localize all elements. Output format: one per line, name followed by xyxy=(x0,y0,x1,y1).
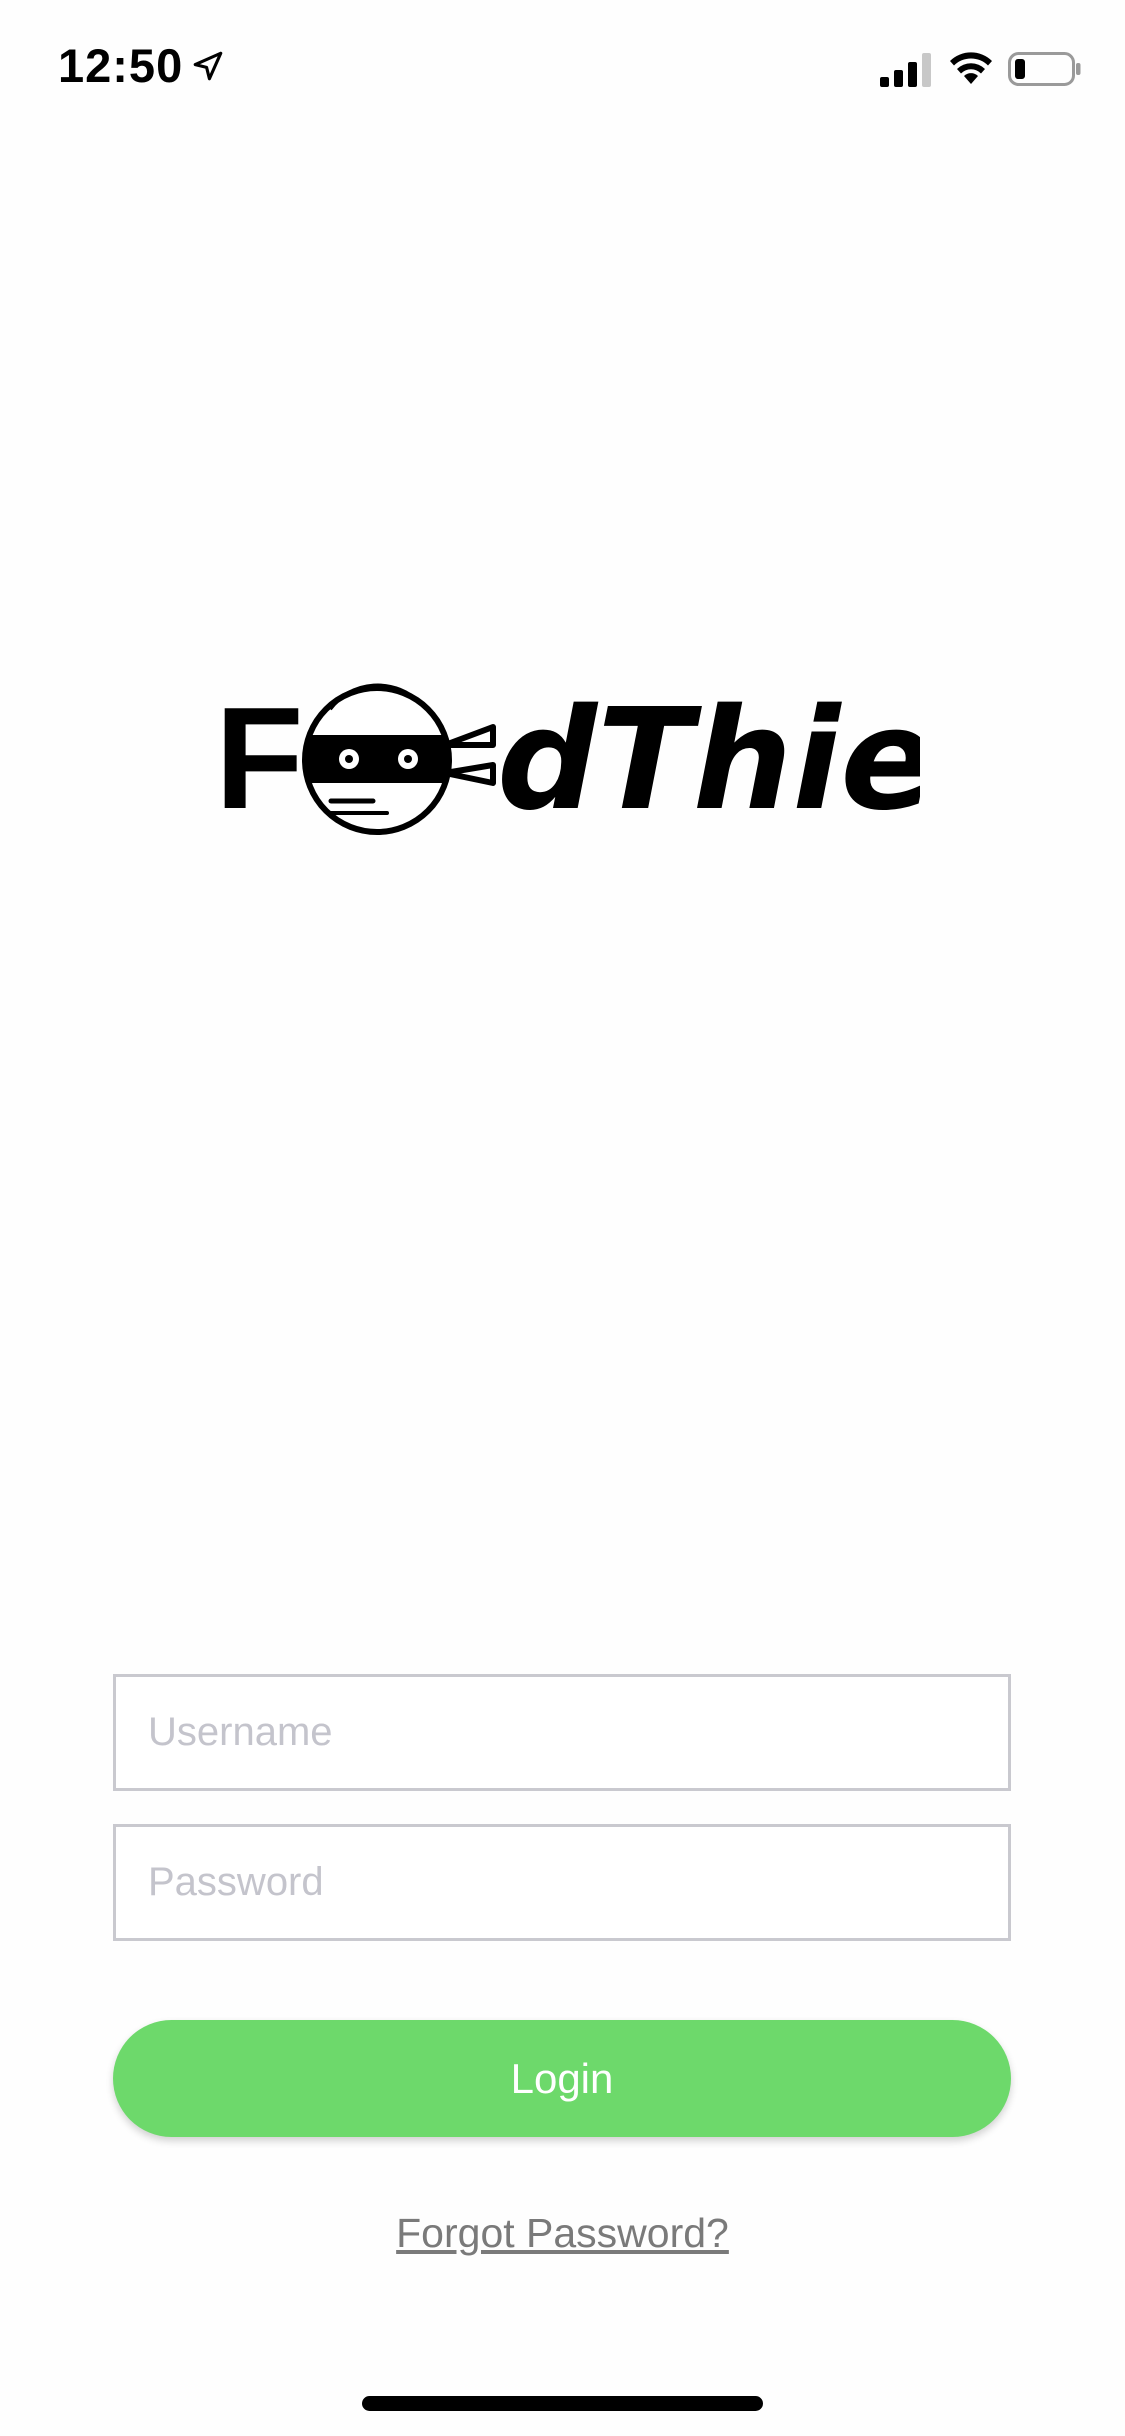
logo-text-right: dThief xyxy=(497,679,920,842)
status-time-group: 12:50 xyxy=(58,38,225,93)
password-field[interactable] xyxy=(113,1824,1011,1941)
location-arrow-icon xyxy=(193,51,223,80)
logo-text-left: F xyxy=(215,677,304,839)
ninja-face-icon xyxy=(302,683,496,835)
login-button-label: Login xyxy=(510,2054,614,2102)
battery-icon xyxy=(1008,52,1081,86)
foodthief-logo: F dThief xyxy=(215,677,920,842)
status-time: 12:50 xyxy=(58,39,184,92)
login-screen: 12:50 F dThi Username Login Forgot Passw… xyxy=(0,0,1125,2436)
login-button[interactable]: Login xyxy=(113,2020,1011,2137)
cellular-signal-icon xyxy=(880,53,931,87)
username-input[interactable] xyxy=(116,1677,1008,1788)
password-input[interactable] xyxy=(116,1827,1008,1938)
forgot-password-link[interactable]: Forgot Password? xyxy=(0,2210,1125,2257)
username-field[interactable] xyxy=(113,1674,1011,1791)
status-bar: 12:50 xyxy=(0,0,1125,135)
wifi-icon xyxy=(950,52,992,84)
home-indicator[interactable] xyxy=(362,2396,763,2411)
